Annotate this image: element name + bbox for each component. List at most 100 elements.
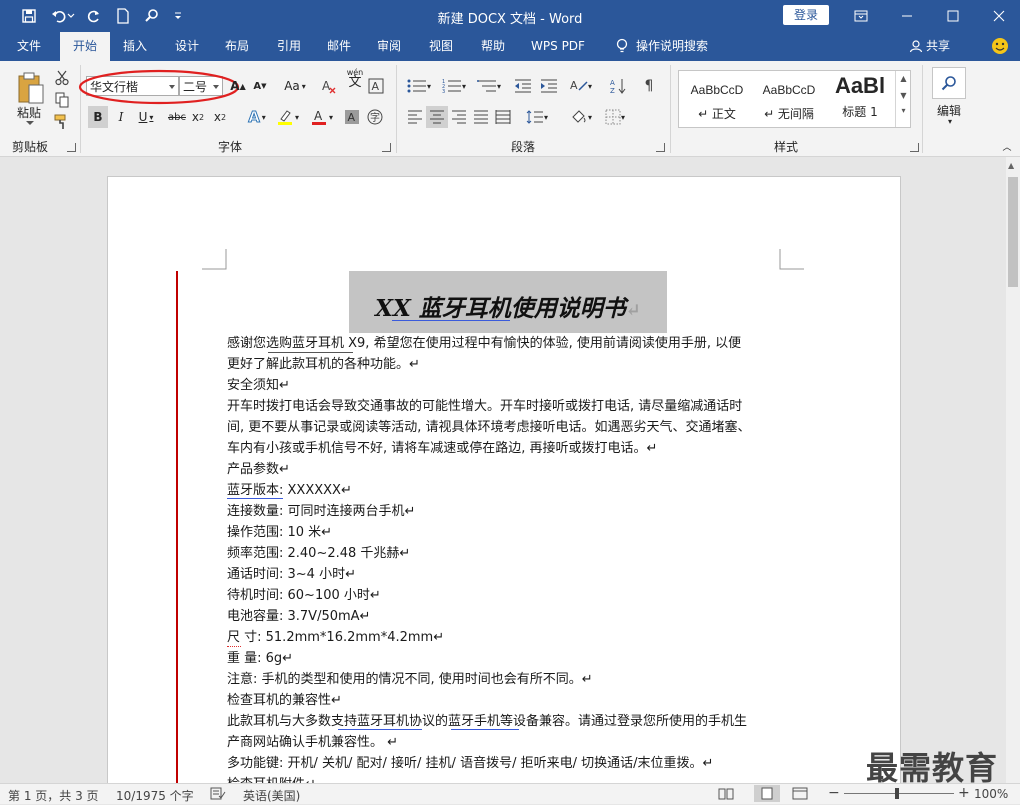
shading-icon[interactable]: ▾ (566, 106, 596, 128)
document-line[interactable]: 尺 寸: 51.2mm*16.2mm*4.2mm↵ (227, 627, 444, 648)
document-line[interactable]: 操作范围: 10 米↵ (227, 522, 332, 543)
document-line[interactable]: 安全须知↵ (227, 375, 290, 396)
zoom-slider[interactable] (844, 793, 954, 794)
tab-wps-pdf[interactable]: WPS PDF (524, 32, 592, 61)
ribbon-display-options-icon[interactable] (838, 0, 884, 32)
zoom-in-icon[interactable]: + (958, 785, 970, 801)
undo-dropdown-icon[interactable] (66, 5, 76, 27)
paragraph-launcher-icon[interactable] (656, 143, 665, 152)
document-line[interactable]: 重 量: 6g↵ (227, 648, 293, 669)
chevron-down-icon[interactable]: ▾ (944, 116, 956, 126)
align-left-icon[interactable] (404, 106, 426, 128)
tab-layout[interactable]: 布局 (216, 32, 258, 61)
search-icon[interactable] (141, 5, 163, 27)
document-line[interactable]: 产商网站确认手机兼容性。 ↵ (227, 732, 398, 753)
language[interactable]: 英语(美国) (243, 787, 300, 804)
phonetic-guide-icon[interactable]: wén 文 (344, 67, 366, 89)
decrease-indent-icon[interactable] (512, 75, 534, 97)
document-line[interactable]: 注意: 手机的类型和使用的情况不同, 使用时间也会有所不同。↵ (227, 669, 593, 690)
zoom-slider-thumb[interactable] (895, 788, 899, 799)
tab-insert[interactable]: 插入 (114, 32, 156, 61)
new-document-icon[interactable] (112, 5, 134, 27)
document-line[interactable]: 产品参数↵ (227, 459, 290, 480)
scrollbar-thumb[interactable] (1008, 177, 1018, 287)
tell-me-search[interactable]: 操作说明搜索 (636, 32, 716, 61)
distributed-icon[interactable] (492, 106, 514, 128)
share-button[interactable]: 共享 (926, 32, 956, 61)
zoom-level[interactable]: 100% (974, 787, 1008, 801)
document-line[interactable]: 检查耳机的兼容性↵ (227, 690, 342, 711)
customize-toolbar-icon[interactable] (170, 5, 186, 27)
clear-formatting-icon[interactable]: A (318, 75, 340, 97)
collapse-ribbon-icon[interactable]: ︿ (1000, 139, 1014, 153)
maximize-icon[interactable] (930, 0, 976, 32)
chinese-layout-icon[interactable]: A ▾ (566, 75, 596, 97)
document-line[interactable]: 连接数量: 可同时连接两台手机↵ (227, 501, 415, 522)
tab-mailings[interactable]: 邮件 (318, 32, 360, 61)
subscript-icon[interactable]: x2 (189, 106, 207, 128)
read-mode-icon[interactable] (718, 787, 734, 803)
print-layout-icon[interactable] (754, 785, 780, 802)
bold-icon[interactable]: B (88, 106, 108, 128)
underline-icon[interactable]: U ▾ (133, 106, 159, 128)
font-launcher-icon[interactable] (382, 143, 391, 152)
page-count[interactable]: 第 1 页，共 3 页 (8, 787, 99, 804)
document-line[interactable]: 间, 更不要从事记录或阅读等活动, 请视具体环境考虑接听电话。如遇恶劣天气、交通… (227, 417, 751, 438)
borders-icon[interactable]: ▾ (600, 106, 630, 128)
document-line[interactable]: 车内有小孩或手机信号不好, 请将车减速或停在路边, 再接听或拨打电话。↵ (227, 438, 657, 459)
increase-indent-icon[interactable] (538, 75, 560, 97)
redo-icon[interactable] (83, 5, 105, 27)
style-normal[interactable]: AaBbCcD ↵ 正文 (681, 71, 753, 127)
document-line[interactable]: 感谢您选购蓝牙耳机 X9, 希望您在使用过程中有愉快的体验, 使用前请阅读使用手… (227, 333, 741, 354)
save-icon[interactable] (18, 5, 40, 27)
align-right-icon[interactable] (448, 106, 470, 128)
minimize-icon[interactable] (884, 0, 930, 32)
close-icon[interactable] (976, 0, 1020, 32)
highlight-color-icon[interactable]: ▾ (274, 106, 302, 128)
copy-icon[interactable] (52, 89, 72, 111)
strikethrough-icon[interactable]: abc (166, 106, 188, 128)
enclose-characters-icon[interactable]: 字 (364, 106, 386, 128)
proofing-icon[interactable] (210, 787, 226, 803)
document-line[interactable]: 更好了解此款耳机的各种功能。↵ (227, 354, 420, 375)
word-count[interactable]: 10/1975 个字 (116, 787, 194, 804)
document-line[interactable]: 检查耳机附件↵ (227, 774, 316, 783)
style-no-spacing[interactable]: AaBbCcD ↵ 无间隔 (753, 71, 825, 127)
text-effects-icon[interactable]: A ▾ (243, 106, 271, 128)
web-layout-icon[interactable] (792, 787, 808, 803)
shrink-font-icon[interactable]: A ▼ (252, 75, 268, 97)
paste-dropdown-icon[interactable] (24, 119, 36, 127)
cut-icon[interactable] (52, 67, 72, 89)
bullets-icon[interactable]: ▾ (404, 75, 434, 97)
more-styles-icon[interactable]: ▾ (896, 106, 911, 115)
scroll-up-icon[interactable]: ▲ (1008, 161, 1014, 170)
show-hide-marks-icon[interactable]: ¶ (638, 75, 660, 97)
align-center-icon[interactable] (426, 106, 448, 128)
font-color-icon[interactable]: A ▾ (308, 106, 336, 128)
multilevel-list-icon[interactable]: ▾ (474, 75, 504, 97)
scroll-up-icon[interactable]: ▲ (896, 74, 911, 83)
styles-launcher-icon[interactable] (910, 143, 919, 152)
zoom-out-icon[interactable]: − (828, 785, 840, 801)
scroll-down-icon[interactable]: ▼ (896, 91, 911, 100)
character-shading-icon[interactable]: A (342, 106, 362, 128)
clipboard-launcher-icon[interactable] (67, 143, 76, 152)
tab-design[interactable]: 设计 (166, 32, 208, 61)
line-spacing-icon[interactable]: ▾ (522, 106, 552, 128)
italic-icon[interactable]: I (111, 106, 131, 128)
sort-icon[interactable]: AZ (608, 75, 630, 97)
justify-icon[interactable] (470, 106, 492, 128)
document-line[interactable]: 多功能键: 开机/ 关机/ 配对/ 接听/ 挂机/ 语音拨号/ 拒听来电/ 切换… (227, 753, 713, 774)
document-line[interactable]: 待机时间: 60~100 小时↵ (227, 585, 381, 606)
numbering-icon[interactable]: 1 2 3 ▾ (439, 75, 469, 97)
find-icon[interactable] (932, 67, 966, 99)
tab-review[interactable]: 审阅 (368, 32, 410, 61)
smiley-feedback-icon[interactable] (988, 32, 1012, 61)
character-border-icon[interactable]: A (366, 75, 386, 97)
styles-scroll[interactable]: ▲ ▼ ▾ (895, 71, 911, 127)
tab-home[interactable]: 开始 (60, 32, 110, 61)
document-line[interactable]: 频率范围: 2.40~2.48 千兆赫↵ (227, 543, 410, 564)
tab-view[interactable]: 视图 (420, 32, 462, 61)
change-case-button[interactable]: Aa ▾ (280, 75, 310, 97)
style-heading-1[interactable]: AaBl 标题 1 (825, 71, 895, 127)
